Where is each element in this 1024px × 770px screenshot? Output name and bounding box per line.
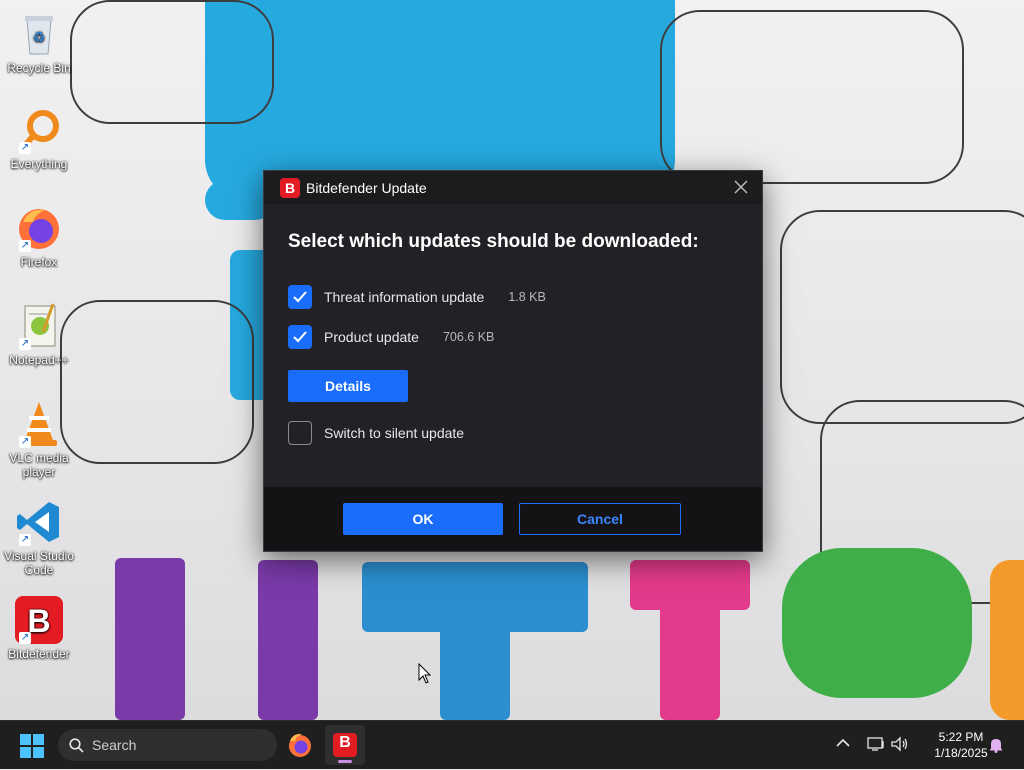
bitdefender-logo-icon: B xyxy=(280,177,300,198)
product-update-size: 706.6 KB xyxy=(442,330,495,344)
network-icon[interactable] xyxy=(867,736,885,757)
windows-logo-icon xyxy=(20,734,31,745)
mouse-cursor-icon xyxy=(418,662,432,690)
svg-text:♻: ♻ xyxy=(33,29,46,45)
show-hidden-icons-button[interactable] xyxy=(836,735,850,751)
desktop-icon-label: Firefox xyxy=(20,255,58,269)
volume-icon[interactable] xyxy=(891,736,909,757)
option-threat-information: Threat information update 1.8 KB xyxy=(288,285,546,309)
cancel-button[interactable]: Cancel xyxy=(519,503,681,535)
shortcut-arrow-icon: ↗ xyxy=(19,338,31,350)
threat-update-size: 1.8 KB xyxy=(508,290,546,304)
taskbar-firefox[interactable] xyxy=(280,725,320,765)
product-update-checkbox[interactable] xyxy=(288,325,312,349)
vlc-icon: ↗ xyxy=(15,400,63,448)
desktop-icon-everything[interactable]: ↗ Everything xyxy=(4,106,74,171)
shortcut-arrow-icon: ↗ xyxy=(19,142,31,154)
silent-update-label: Switch to silent update xyxy=(324,425,465,441)
checkmark-icon xyxy=(293,331,307,343)
close-icon xyxy=(734,180,748,194)
recycle-bin-icon: ♻ xyxy=(15,10,63,58)
threat-update-label: Threat information update xyxy=(324,289,485,305)
ok-button[interactable]: OK xyxy=(343,503,503,535)
bitdefender-update-dialog: B Bitdefender Update Select which update… xyxy=(263,170,763,552)
desktop-icon-label: Bitdefender xyxy=(8,647,70,661)
details-button[interactable]: Details xyxy=(288,370,408,402)
desktop-icon-recycle-bin[interactable]: ♻ Recycle Bin xyxy=(4,10,74,75)
desktop-icon-label: Visual Studio Code xyxy=(4,549,74,577)
product-update-label: Product update xyxy=(324,329,419,345)
notification-bell-icon[interactable] xyxy=(988,737,1004,758)
firefox-icon xyxy=(289,733,311,757)
desktop-icon-firefox[interactable]: ↗ Firefox xyxy=(4,204,74,269)
dialog-titlebar[interactable]: B Bitdefender Update xyxy=(264,171,762,204)
threat-update-checkbox[interactable] xyxy=(288,285,312,309)
desktop-icon-label: VLC media player xyxy=(9,451,69,479)
dialog-footer: OK Cancel xyxy=(264,487,762,551)
vscode-icon: ↗ xyxy=(15,498,63,546)
taskbar: Search B 5:22 PM 1/18/2025 xyxy=(0,720,1024,769)
close-button[interactable] xyxy=(730,177,752,199)
checkmark-icon xyxy=(293,291,307,303)
silent-update-checkbox[interactable] xyxy=(288,421,312,445)
desktop-icon-vscode[interactable]: ↗ Visual Studio Code xyxy=(4,498,74,577)
option-silent-update: Switch to silent update xyxy=(288,421,464,445)
taskbar-search-box[interactable]: Search xyxy=(58,729,277,761)
bitdefender-icon: B ↗ xyxy=(15,596,63,644)
desktop-icon-label: Notepad++ xyxy=(9,353,69,367)
desktop-icon-notepad-plus-plus[interactable]: ↗ Notepad++ xyxy=(4,302,74,367)
desktop-icon-label: Everything xyxy=(10,157,68,171)
taskbar-bitdefender[interactable]: B xyxy=(325,725,365,765)
firefox-icon: ↗ xyxy=(15,204,63,252)
active-app-indicator xyxy=(338,760,352,763)
dialog-heading: Select which updates should be downloade… xyxy=(288,231,699,252)
dialog-title: Bitdefender Update xyxy=(306,179,427,196)
search-icon xyxy=(69,738,84,753)
start-button[interactable] xyxy=(20,734,44,758)
desktop-icon-label: Recycle Bin xyxy=(7,61,71,75)
desktop-icon-vlc[interactable]: ↗ VLC media player xyxy=(4,400,74,479)
option-product-update: Product update 706.6 KB xyxy=(288,325,494,349)
notepad-plus-plus-icon: ↗ xyxy=(15,302,63,350)
shortcut-arrow-icon: ↗ xyxy=(19,632,31,644)
chevron-up-icon xyxy=(836,738,850,747)
everything-search-icon: ↗ xyxy=(15,106,63,154)
shortcut-arrow-icon: ↗ xyxy=(19,240,31,252)
search-placeholder: Search xyxy=(92,737,137,753)
desktop-icon-bitdefender[interactable]: B ↗ Bitdefender xyxy=(4,596,74,661)
shortcut-arrow-icon: ↗ xyxy=(19,436,31,448)
bitdefender-taskbar-letter: B xyxy=(339,734,351,751)
shortcut-arrow-icon: ↗ xyxy=(19,534,31,546)
